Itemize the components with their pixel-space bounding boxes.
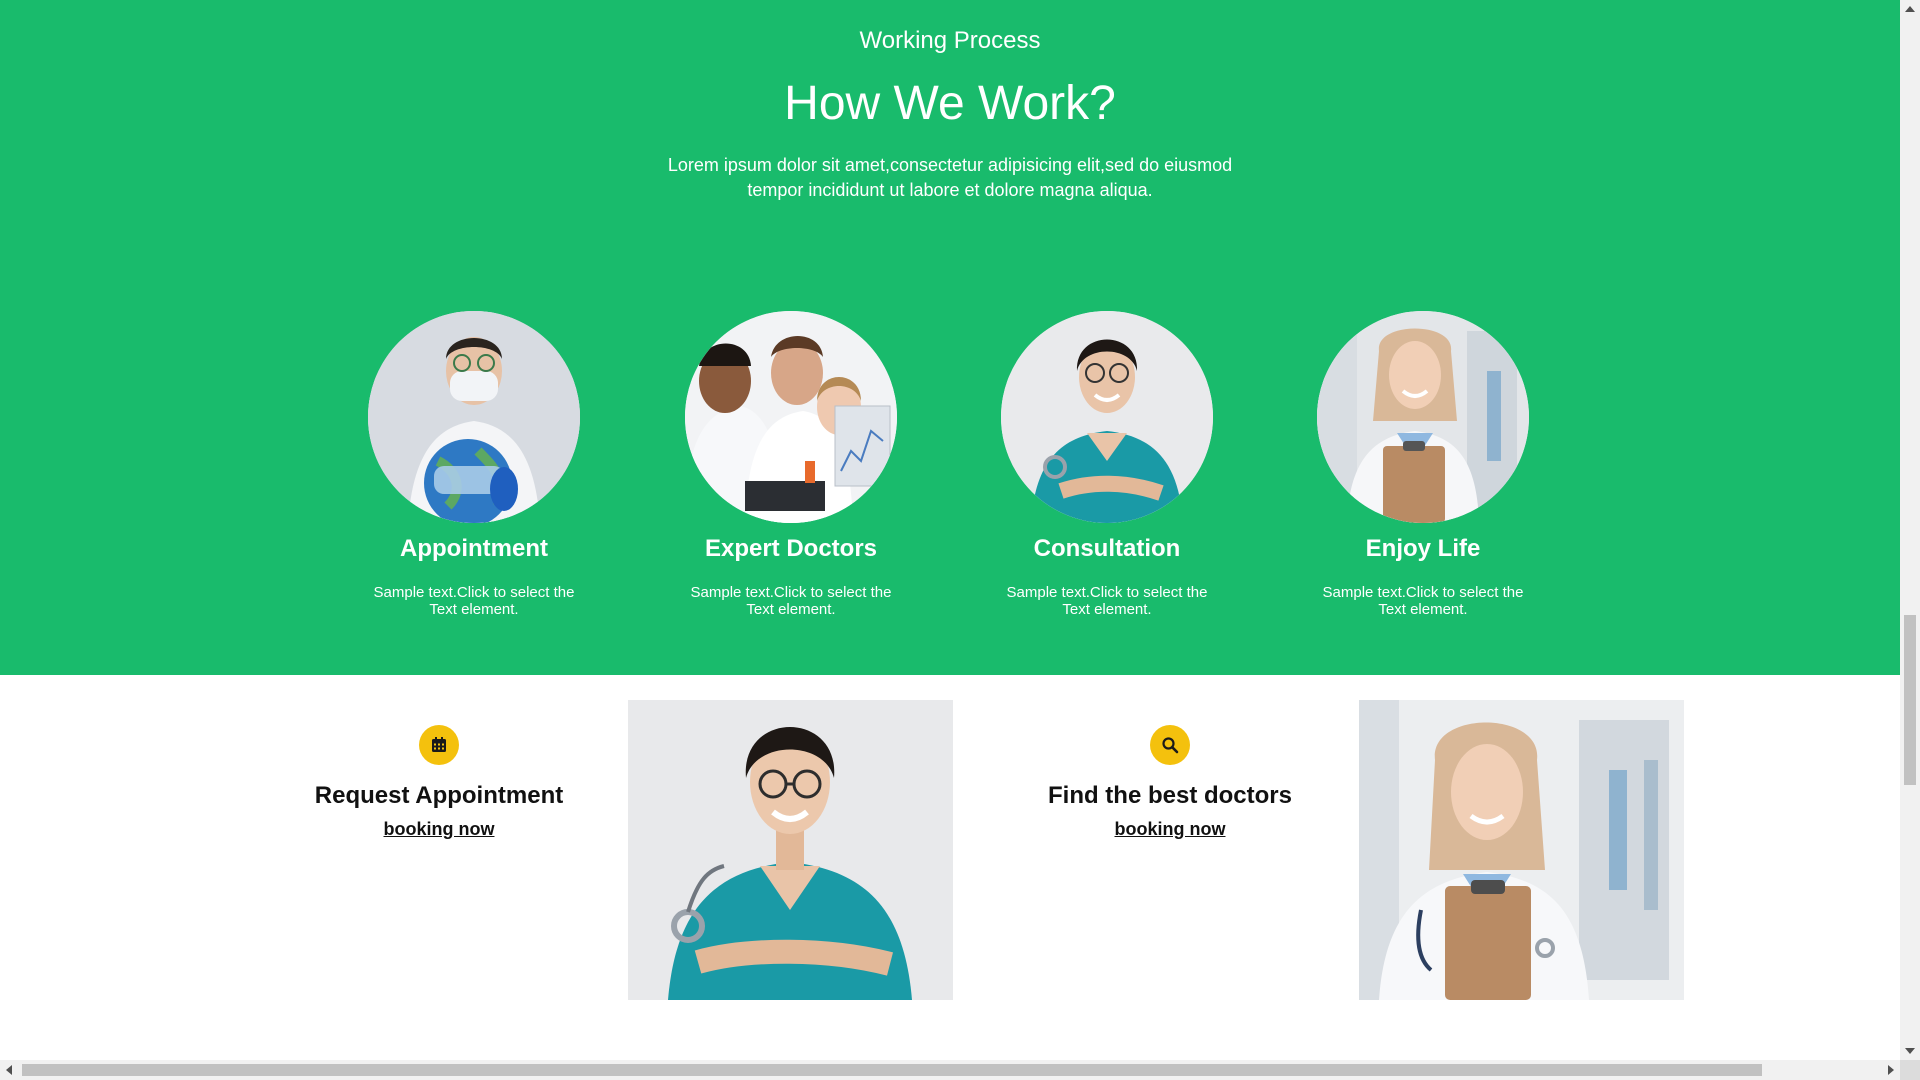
step-text-consultation: Sample text.Click to select the Text ele… [1006,584,1208,618]
booking-now-link[interactable]: booking now [384,819,495,840]
doctor-with-clipboard-photo [1359,700,1684,1000]
step-photo-expert-doctors [685,311,897,523]
calendar-icon [419,725,459,765]
cta-title-find-doctors: Find the best doctors [1047,782,1292,809]
vertical-scrollbar[interactable] [1900,0,1920,1060]
step-text-appointment: Sample text.Click to select the Text ele… [373,584,575,618]
scroll-right-arrow-icon[interactable] [1888,1065,1894,1075]
how-we-work-section: Working Process How We Work? Lorem ipsum… [0,0,1900,675]
doctor-with-mask-photo [368,311,580,523]
scroll-down-arrow-icon[interactable] [1905,1048,1915,1054]
nurse-in-scrubs-photo [1001,311,1213,523]
step-photo-appointment [368,311,580,523]
nurse-in-scrubs-photo [628,700,953,1000]
step-consultation: Consultation Sample text.Click to select… [972,311,1242,618]
cta-find-doctors: Find the best doctors booking now [1020,725,1320,840]
step-photo-enjoy-life [1317,311,1529,523]
cta-title-request-appointment: Request Appointment [314,782,564,809]
step-expert-doctors: Expert Doctors Sample text.Click to sele… [656,311,926,618]
section-title: How We Work? [784,77,1116,130]
step-title-consultation: Consultation [1033,535,1181,562]
horizontal-scrollbar[interactable] [0,1060,1900,1080]
step-photo-consultation [1001,311,1213,523]
step-enjoy-life: Enjoy Life Sample text.Click to select t… [1288,311,1558,618]
step-title-expert-doctors: Expert Doctors [704,535,878,562]
vertical-scroll-thumb[interactable] [1904,615,1916,785]
section-lead-line-2: tempor incididunt ut labore et dolore ma… [747,180,1153,200]
search-icon [1150,725,1190,765]
photo-doctor-clipboard [1359,700,1684,1000]
step-appointment: Appointment Sample text.Click to select … [339,311,609,618]
booking-now-link[interactable]: booking now [1115,819,1226,840]
section-lead-line-1: Lorem ipsum dolor sit amet,consectetur a… [667,155,1233,175]
doctor-with-clipboard-photo [1317,311,1529,523]
step-title-appointment: Appointment [400,535,548,562]
scroll-up-arrow-icon[interactable] [1905,6,1915,12]
step-text-expert-doctors: Sample text.Click to select the Text ele… [690,584,892,618]
cta-request-appointment: Request Appointment booking now [289,725,589,840]
photo-nurse [628,700,953,1000]
step-title-enjoy-life: Enjoy Life [1365,535,1481,562]
doctors-team-photo [685,311,897,523]
page-viewport: Working Process How We Work? Lorem ipsum… [0,0,1900,1060]
section-eyebrow: Working Process [859,27,1041,54]
scroll-left-arrow-icon[interactable] [6,1065,12,1075]
section-lead: Lorem ipsum dolor sit amet,consectetur a… [0,153,1900,203]
horizontal-scroll-thumb[interactable] [22,1064,1762,1076]
scrollbar-corner [1900,1060,1920,1080]
step-text-enjoy-life: Sample text.Click to select the Text ele… [1322,584,1524,618]
